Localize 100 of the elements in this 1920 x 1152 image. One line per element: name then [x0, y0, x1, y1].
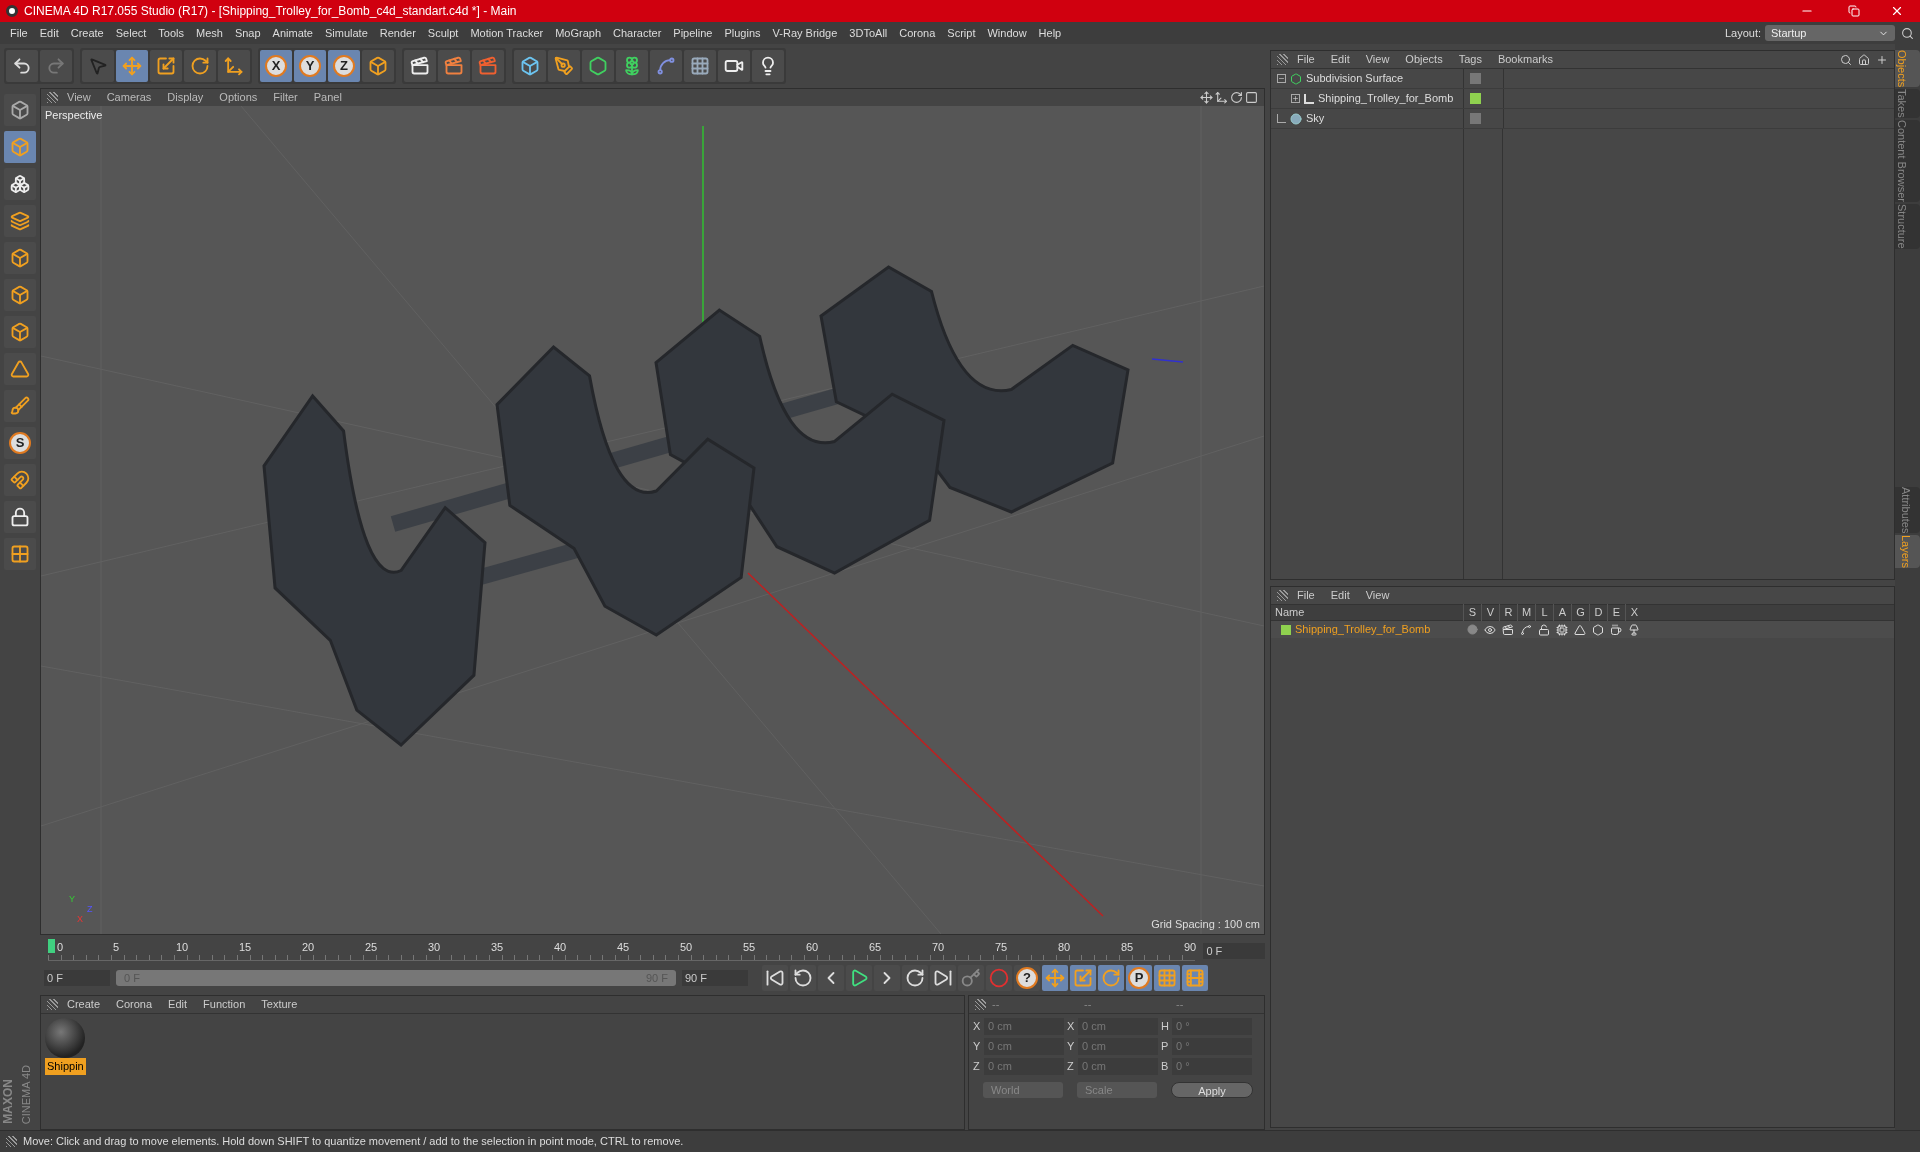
menu-item[interactable]: Render — [373, 24, 422, 42]
tool-button[interactable] — [514, 50, 546, 82]
viewport-menu-item[interactable]: Panel — [306, 89, 349, 106]
layer-color-swatch[interactable] — [1470, 93, 1481, 104]
menu-item[interactable]: MoGraph — [549, 24, 608, 42]
tool-button[interactable] — [930, 965, 956, 991]
tool-button[interactable] — [4, 316, 36, 348]
menu-item[interactable]: Script — [941, 24, 982, 42]
tool-button[interactable]: Y — [294, 50, 326, 82]
menu-item[interactable]: Tags — [1451, 51, 1489, 68]
menu-item[interactable]: Edit — [1323, 587, 1357, 604]
menu-item[interactable]: Motion Tracker — [464, 24, 550, 42]
viewport-menu-item[interactable]: Display — [160, 89, 211, 106]
tool-button[interactable]: Z — [328, 50, 360, 82]
tool-button[interactable] — [184, 50, 216, 82]
menu-item[interactable]: Window — [981, 24, 1033, 42]
tool-button[interactable] — [762, 965, 788, 991]
menu-item[interactable]: Select — [109, 24, 153, 42]
menu-item[interactable]: Simulate — [318, 24, 374, 42]
menu-item[interactable]: 3DToAll — [843, 24, 894, 42]
side-tab[interactable]: Content Browser — [1895, 120, 1920, 202]
menu-item[interactable]: View — [1358, 587, 1397, 604]
viewport-menu-item[interactable]: Cameras — [99, 89, 159, 106]
tool-button[interactable] — [4, 205, 36, 237]
viewport-menu-item[interactable]: Filter — [266, 89, 305, 106]
tool-button[interactable] — [404, 50, 436, 82]
menu-item[interactable]: Mesh — [190, 24, 229, 42]
eye-icon[interactable] — [1484, 623, 1496, 636]
menu-item[interactable]: Character — [607, 24, 668, 42]
new-window-icon[interactable] — [1876, 53, 1888, 66]
tool-button[interactable] — [4, 279, 36, 311]
tool-button[interactable] — [4, 501, 36, 533]
object-name[interactable]: Subdivision Surface — [1306, 70, 1404, 87]
menu-item[interactable]: Corona — [109, 996, 160, 1013]
menu-item[interactable]: File — [1290, 51, 1322, 68]
tool-button[interactable] — [718, 50, 750, 82]
menu-item[interactable]: File — [1290, 587, 1322, 604]
tool-button[interactable] — [752, 50, 784, 82]
close-icon[interactable] — [1890, 4, 1904, 18]
tool-button[interactable] — [846, 965, 872, 991]
side-tab[interactable]: Takes — [1895, 89, 1920, 119]
tool-button[interactable] — [548, 50, 580, 82]
menu-item[interactable]: View — [1358, 51, 1397, 68]
tool-button[interactable] — [4, 464, 36, 496]
object-name[interactable]: Sky — [1306, 110, 1325, 127]
tool-button[interactable] — [582, 50, 614, 82]
menu-item[interactable]: Bookmarks — [1490, 51, 1560, 68]
menu-item[interactable]: V-Ray Bridge — [766, 24, 844, 42]
menu-item[interactable]: File — [4, 24, 34, 42]
tool-button[interactable] — [4, 168, 36, 200]
tool-button[interactable] — [684, 50, 716, 82]
start-frame-field[interactable]: 0 F — [44, 970, 110, 986]
side-tab[interactable]: Structure — [1895, 204, 1920, 249]
menu-item[interactable]: Edit — [161, 996, 195, 1013]
tool-button[interactable]: X — [260, 50, 292, 82]
viewport-menu-item[interactable]: View — [60, 89, 98, 106]
tool-button[interactable] — [616, 50, 648, 82]
tool-button[interactable] — [4, 390, 36, 422]
tool-button[interactable] — [150, 50, 182, 82]
tool-button[interactable] — [902, 965, 928, 991]
clapperboard-icon[interactable] — [1502, 623, 1514, 636]
tool-button[interactable] — [874, 965, 900, 991]
end-frame-field[interactable]: 90 F — [682, 970, 748, 986]
search-icon[interactable] — [1901, 26, 1914, 40]
timeline-ruler[interactable]: 0 5 10 15 20 25 30 35 40 45 50 55 60 65 70 75 80 85 90 — [48, 939, 1196, 961]
menu-item[interactable]: Snap — [228, 24, 267, 42]
object-name[interactable]: Shipping_Trolley_for_Bomb — [1318, 90, 1454, 107]
menu-item[interactable]: Edit — [1323, 51, 1357, 68]
menu-item[interactable]: Function — [196, 996, 253, 1013]
menu-item[interactable]: Tools — [152, 24, 190, 42]
menu-item[interactable]: Create — [64, 24, 110, 42]
tool-button[interactable] — [818, 965, 844, 991]
menu-item[interactable]: Texture — [254, 996, 305, 1013]
side-tab[interactable]: Objects — [1895, 50, 1920, 88]
menu-item[interactable]: Sculpt — [421, 24, 465, 42]
tool-button[interactable] — [4, 242, 36, 274]
tool-button[interactable] — [6, 50, 38, 82]
menu-item[interactable]: Pipeline — [667, 24, 719, 42]
tool-button[interactable] — [438, 50, 470, 82]
apply-button[interactable]: Apply — [1171, 1082, 1253, 1098]
tool-button[interactable] — [790, 965, 816, 991]
tool-button[interactable]: P — [1126, 965, 1152, 991]
home-icon[interactable] — [1858, 53, 1870, 66]
side-tab[interactable]: Attributes — [1895, 486, 1920, 533]
tool-button[interactable] — [218, 50, 250, 82]
tool-button[interactable] — [4, 353, 36, 385]
menu-item[interactable]: Objects — [1398, 51, 1450, 68]
tool-button[interactable] — [4, 538, 36, 570]
menu-item[interactable]: Create — [60, 996, 108, 1013]
menu-item[interactable]: Animate — [266, 24, 319, 42]
viewport[interactable]: Perspective Grid Spacing : 100 cm Y Z X — [41, 106, 1264, 934]
maximize-icon[interactable] — [1245, 91, 1258, 104]
current-frame-field[interactable]: 0 F — [1203, 943, 1265, 959]
menu-item[interactable]: Corona — [893, 24, 942, 42]
orbit-icon[interactable] — [1230, 91, 1243, 104]
tool-button[interactable] — [4, 94, 36, 126]
collapse-icon[interactable] — [1277, 74, 1286, 83]
side-tab[interactable]: Layers — [1895, 534, 1920, 568]
menu-item[interactable]: Plugins — [718, 24, 767, 42]
material-swatch[interactable]: Shippin — [45, 1018, 86, 1075]
